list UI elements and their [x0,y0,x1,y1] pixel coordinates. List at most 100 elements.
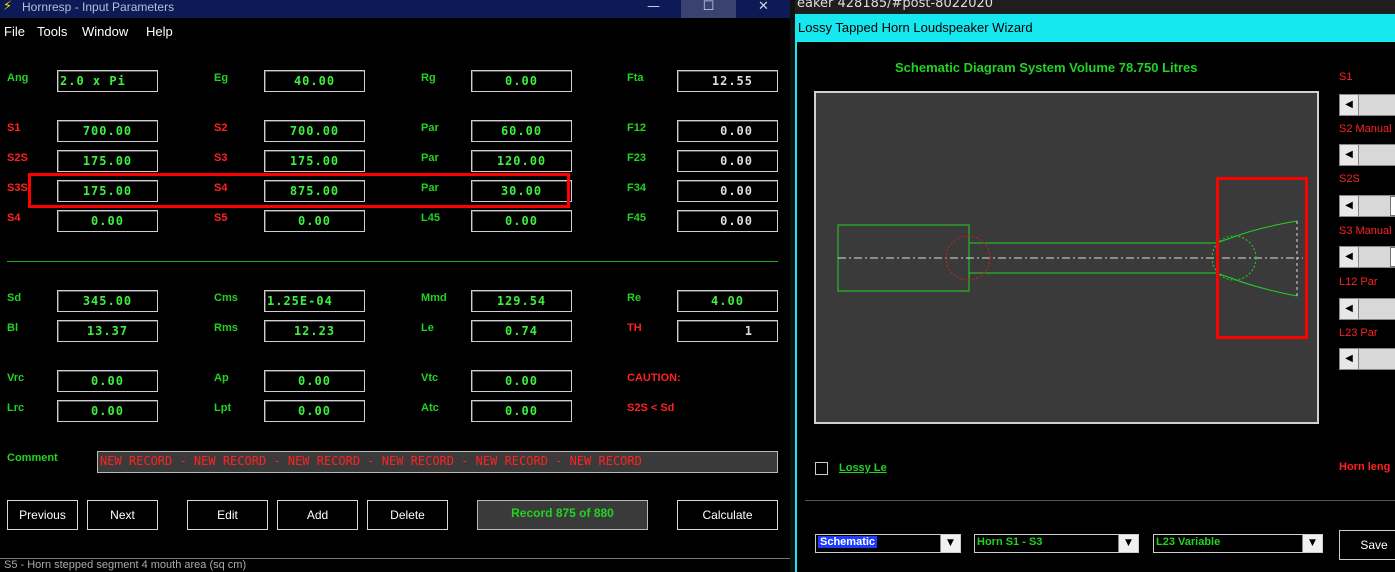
menu-file[interactable]: File [4,24,25,39]
label-f45: F45 [627,212,646,224]
wizard-title: Lossy Tapped Horn Loudspeaker Wizard [798,20,1033,35]
label-cms: Cms [214,292,238,304]
lightning-icon: ⚡ [3,0,13,14]
lrc-field[interactable]: 0.00 [57,400,158,422]
l45-field[interactable]: 0.00 [471,210,572,232]
slider-label-l23-par: L23 Par [1339,327,1378,339]
s1-field[interactable]: 700.00 [57,120,158,142]
s3-field[interactable]: 175.00 [264,150,365,172]
lossy-le-label[interactable]: Lossy Le [839,462,887,474]
chevron-down-icon[interactable]: ▼ [1118,535,1138,552]
eg-field[interactable]: 40.00 [264,70,365,92]
label-sd: Sd [7,292,22,304]
ap-field[interactable]: 0.00 [264,370,365,392]
browser-url-fragment: eaker 428185/#post-8022020 [797,0,994,11]
label-eg: Eg [214,72,229,84]
par-1-field[interactable]: 60.00 [471,120,572,142]
slider-l12-par[interactable]: ◀ [1339,298,1395,320]
horn-select[interactable]: Horn S1 - S3 ▼ [974,534,1139,553]
slider-left-arrow-icon[interactable]: ◀ [1340,247,1359,267]
s2-field[interactable]: 700.00 [264,120,365,142]
label-atc: Atc [421,402,439,414]
label-s3s: S3S [7,182,28,194]
label-s3: S3 [214,152,228,164]
horn-tube-top [968,235,1216,244]
f12-field[interactable]: 0.00 [677,120,778,142]
view-select[interactable]: Schematic ▼ [815,534,961,553]
label-ang: Ang [7,72,29,84]
menu-window[interactable]: Window [82,24,128,39]
view-select-value: Schematic [818,536,878,548]
le-field[interactable]: 0.74 [471,320,572,342]
window-title: Hornresp - Input Parameters [22,0,175,14]
par-2-field[interactable]: 120.00 [471,150,572,172]
f23-field[interactable]: 0.00 [677,150,778,172]
label-lrc: Lrc [7,402,25,414]
slider-left-arrow-icon[interactable]: ◀ [1340,145,1359,165]
sd-field[interactable]: 345.00 [57,290,158,312]
chevron-down-icon[interactable]: ▼ [940,535,960,552]
vrc-field[interactable]: 0.00 [57,370,158,392]
s2s-field[interactable]: 175.00 [57,150,158,172]
label-s2s: S2S [7,152,28,164]
lossy-le-checkbox[interactable] [815,462,828,475]
menu-help[interactable]: Help [146,24,173,39]
delete-button[interactable]: Delete [367,500,448,530]
menu-tools[interactable]: Tools [37,24,67,39]
slider-s2s[interactable]: ◀ [1339,195,1395,217]
s5-field[interactable]: 0.00 [264,210,365,232]
mmd-field[interactable]: 129.54 [471,290,572,312]
chevron-down-icon[interactable]: ▼ [1302,535,1322,552]
label-s5: S5 [214,212,228,224]
bl-field[interactable]: 13.37 [57,320,158,342]
l23-select[interactable]: L23 Variable ▼ [1153,534,1323,553]
wizard-separator [805,500,1395,501]
label-bl: Bl [7,322,18,334]
save-button[interactable]: Save [1339,530,1395,560]
close-button[interactable]: ✕ [736,0,791,18]
highlight-annotation [28,173,570,208]
l23-select-value: L23 Variable [1156,536,1221,548]
minimize-button[interactable]: — [626,0,681,18]
lpt-field[interactable]: 0.00 [264,400,365,422]
slider-s3-manual[interactable]: ◀ [1339,246,1395,268]
slider-left-arrow-icon[interactable]: ◀ [1340,95,1359,115]
vtc-field[interactable]: 0.00 [471,370,572,392]
re-field[interactable]: 4.00 [677,290,778,312]
slider-left-arrow-icon[interactable]: ◀ [1340,299,1359,319]
th-field[interactable]: 1 [677,320,778,342]
f45-field[interactable]: 0.00 [677,210,778,232]
s4-field[interactable]: 0.00 [57,210,158,232]
slider-left-arrow-icon[interactable]: ◀ [1340,349,1359,369]
slider-s2-manual[interactable]: ◀ [1339,144,1395,166]
f34-field[interactable]: 0.00 [677,180,778,202]
slider-thumb[interactable] [1390,247,1395,267]
rms-field[interactable]: 12.23 [264,320,365,342]
slider-thumb[interactable] [1390,196,1395,216]
label-vrc: Vrc [7,372,25,384]
cms-field[interactable]: 1.25E-04 [264,290,365,312]
calculate-button[interactable]: Calculate [677,500,778,530]
ang-field[interactable]: 2.0 x Pi [57,70,158,92]
label-par-2: Par [421,152,439,164]
horn-tube-bottom [968,272,1216,281]
slider-label-s2s: S2S [1339,173,1360,185]
edit-button[interactable]: Edit [187,500,268,530]
maximize-button[interactable]: ☐ [681,0,736,18]
next-button[interactable]: Next [87,500,158,530]
horn-length-label: Horn leng [1339,461,1391,473]
add-button[interactable]: Add [277,500,358,530]
previous-button[interactable]: Previous [7,500,78,530]
label-le: Le [421,322,434,334]
label-s4: S4 [7,212,21,224]
slider-l23-par[interactable]: ◀ [1339,348,1395,370]
slider-left-arrow-icon[interactable]: ◀ [1340,196,1359,216]
atc-field[interactable]: 0.00 [471,400,572,422]
label-par-1: Par [421,122,439,134]
comment-field[interactable]: NEW RECORD - NEW RECORD - NEW RECORD - N… [97,451,778,473]
label-f23: F23 [627,152,646,164]
slider-s1[interactable]: ◀ [1339,94,1395,116]
label-s1: S1 [7,122,21,134]
fta-field[interactable]: 12.55 [677,70,778,92]
rg-field[interactable]: 0.00 [471,70,572,92]
